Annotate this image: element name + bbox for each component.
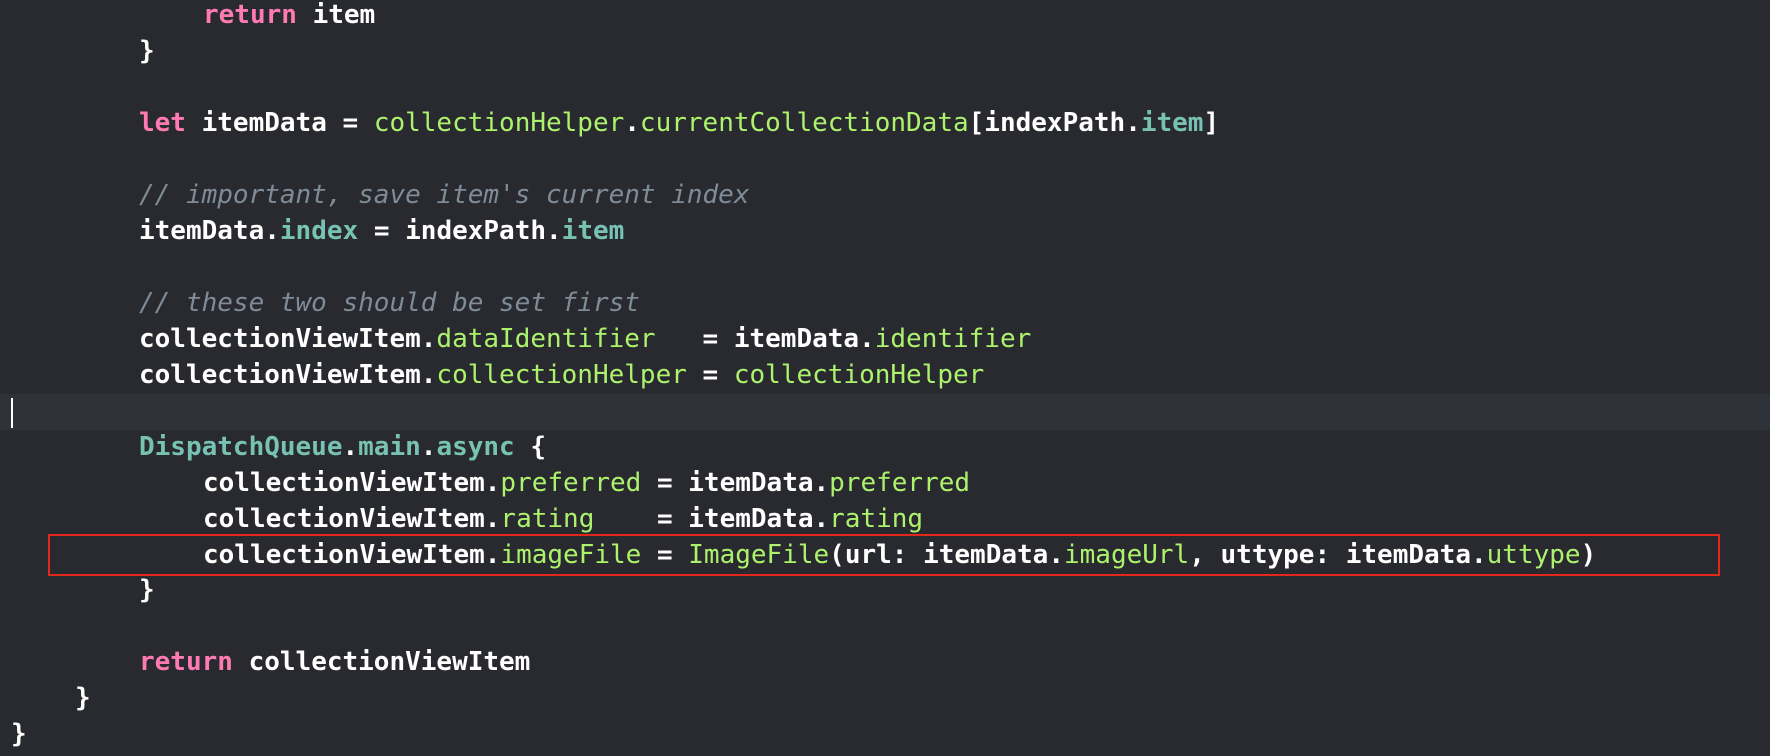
closing-brace: }: [75, 683, 91, 713]
code-line-17: }: [0, 572, 1770, 608]
code-line-21: }: [0, 716, 1770, 752]
code-line-4: let itemData = collectionHelper.currentC…: [139, 108, 1220, 138]
closing-brace: }: [139, 36, 155, 66]
closing-brace: }: [139, 575, 155, 605]
keyword-return: return: [139, 647, 233, 677]
closing-brace: }: [11, 719, 27, 749]
code-comment: // these two should be set first: [139, 288, 640, 318]
code-line-1: return item: [203, 0, 376, 30]
code-line-19: return collectionViewItem: [139, 647, 531, 677]
code-line-20: }: [0, 680, 1770, 716]
keyword-return: return: [203, 0, 297, 30]
code-comment: // important, save item's current index: [139, 180, 750, 210]
keyword-let: let: [139, 108, 186, 138]
code-line-7: itemData.index = indexPath.item: [139, 216, 625, 246]
code-line-10: collectionViewItem.dataIdentifier = item…: [139, 324, 1032, 354]
code-line-11: collectionViewItem.collectionHelper = co…: [139, 360, 985, 390]
annotation-highlight-box: [48, 534, 1720, 576]
code-line-6: // important, save item's current index: [0, 177, 1770, 213]
code-line-15: collectionViewItem.rating = itemData.rat…: [203, 504, 924, 534]
code-line-9: // these two should be set first: [0, 285, 1770, 321]
code-line-12-current[interactable]: [0, 394, 1770, 430]
code-line-13: DispatchQueue.main.async {: [139, 432, 547, 462]
code-line-14: collectionViewItem.preferred = itemData.…: [203, 468, 971, 498]
code-editor[interactable]: return item } let itemData = collectionH…: [0, 0, 1770, 756]
text-cursor: [11, 398, 13, 428]
code-line-2: }: [0, 33, 1770, 69]
